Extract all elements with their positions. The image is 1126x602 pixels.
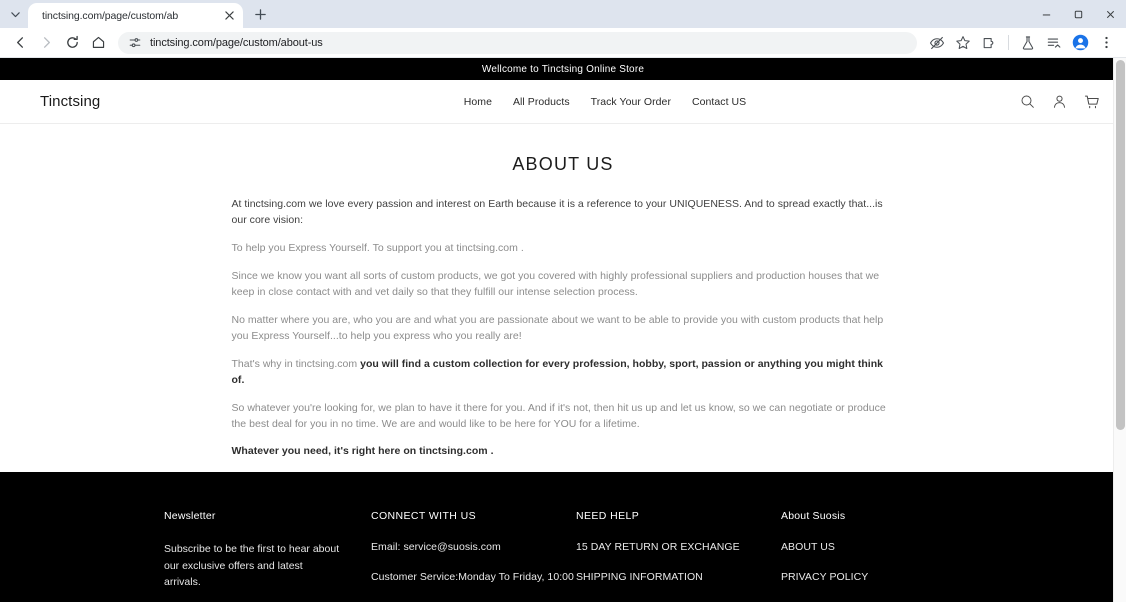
browser-window: tinctsing.com/page/custom/ab tinctsing.c… (0, 0, 1126, 602)
close-icon (1106, 10, 1114, 18)
about-paragraph: To help you Express Yourself. To support… (231, 241, 524, 254)
about-paragraph: That's why in tinctsing.com you will fin… (232, 357, 895, 389)
extensions-icon[interactable] (977, 31, 1001, 55)
browser-menu-icon[interactable] (1094, 31, 1118, 55)
footer-column-newsletter: Newsletter Subscribe to be the first to … (164, 510, 371, 602)
footer-heading-help: NEED HELP (576, 510, 640, 523)
about-paragraph-lead: That's why in tinctsing.com (231, 357, 361, 370)
page-title: ABOUT US (512, 154, 614, 174)
about-paragraph: So whatever you're looking for, we plan … (231, 401, 886, 430)
window-controls (1030, 0, 1126, 28)
home-icon (92, 36, 104, 48)
footer-connect-line: Customer Service:Monday To Friday, 10:00 (371, 571, 574, 584)
back-button[interactable] (8, 31, 32, 55)
footer-heading-about: About Suosis (781, 510, 846, 523)
about-section: ABOUT US At tinctsing.com we love every … (0, 124, 1126, 460)
about-paragraph: Since we know you want all sorts of cust… (231, 269, 880, 298)
site-footer: Newsletter Subscribe to be the first to … (0, 472, 1126, 602)
address-bar-url: tinctsing.com/page/custom/about-us (150, 36, 323, 49)
bookmark-star-icon[interactable] (951, 31, 975, 55)
account-icon[interactable] (1052, 94, 1067, 109)
nav-link-contact-us[interactable]: Contact US (692, 96, 746, 108)
about-paragraph: At tinctsing.com we love every passion a… (231, 198, 883, 226)
browser-toolbar: tinctsing.com/page/custom/about-us (0, 28, 1126, 58)
footer-column-help: NEED HELP 15 DAY RETURN OR EXCHANGE SHIP… (576, 510, 781, 602)
plus-icon (254, 8, 266, 20)
reload-button[interactable] (60, 31, 84, 55)
toolbar-divider (1008, 35, 1009, 50)
footer-link-privacy-policy[interactable]: PRIVACY POLICY (781, 571, 981, 583)
tracking-protection-icon[interactable] (925, 31, 949, 55)
home-button[interactable] (86, 31, 110, 55)
announcement-bar: Wellcome to Tinctsing Online Store (0, 58, 1126, 80)
tab-title: tinctsing.com/page/custom/ab (42, 9, 179, 22)
arrow-left-icon (16, 37, 23, 48)
arrow-right-icon (43, 37, 50, 48)
nav-link-all-products[interactable]: All Products (513, 96, 570, 108)
footer-link-shipping-information[interactable]: SHIPPING INFORMATION (576, 571, 781, 583)
window-close-button[interactable] (1094, 0, 1126, 28)
main-navigation: Home All Products Track Your Order Conta… (310, 96, 900, 108)
tab-strip: tinctsing.com/page/custom/ab (0, 0, 1126, 28)
footer-heading-connect: CONNECT WITH US (371, 510, 476, 523)
footer-column-about: About Suosis ABOUT US PRIVACY POLICY (781, 510, 981, 602)
footer-connect-line: Email: service@suosis.com (371, 541, 501, 554)
newsletter-description: Subscribe to be the first to hear about … (164, 543, 340, 588)
page-scrollbar[interactable] (1113, 58, 1126, 602)
search-icon[interactable] (1020, 94, 1035, 109)
footer-columns: Newsletter Subscribe to be the first to … (0, 510, 1126, 602)
web-page: Wellcome to Tinctsing Online Store Tinct… (0, 58, 1126, 602)
tab-close-icon[interactable] (221, 8, 237, 24)
scrollbar-thumb[interactable] (1116, 60, 1125, 430)
new-tab-button[interactable] (247, 1, 273, 27)
site-header: Tinctsing Home All Products Track Your O… (0, 80, 1126, 124)
chevron-down-icon (10, 11, 20, 17)
window-minimize-button[interactable] (1030, 0, 1062, 28)
nav-link-home[interactable]: Home (464, 96, 492, 108)
header-icon-group (900, 94, 1100, 110)
maximize-icon (1074, 10, 1082, 18)
footer-column-connect: CONNECT WITH US Email: service@suosis.co… (371, 510, 576, 602)
nav-link-track-your-order[interactable]: Track Your Order (591, 96, 671, 108)
forward-button[interactable] (34, 31, 58, 55)
cart-icon[interactable] (1084, 94, 1100, 110)
about-paragraph: Whatever you need, it's right here on ti… (231, 445, 494, 458)
minimize-icon (1042, 13, 1050, 15)
address-bar[interactable]: tinctsing.com/page/custom/about-us (118, 31, 917, 54)
about-paragraph: No matter where you are, who you are and… (231, 313, 884, 342)
window-maximize-button[interactable] (1062, 0, 1094, 28)
tab-search-button[interactable] (4, 3, 26, 25)
reload-icon (66, 35, 78, 48)
reading-list-icon[interactable] (1042, 31, 1066, 55)
site-settings-icon[interactable] (128, 36, 142, 50)
footer-link-return-exchange[interactable]: 15 DAY RETURN OR EXCHANGE (576, 541, 781, 553)
labs-flask-icon[interactable] (1016, 31, 1040, 55)
footer-heading-newsletter: Newsletter (164, 510, 216, 523)
about-copy: At tinctsing.com we love every passion a… (230, 197, 897, 460)
profile-avatar-icon[interactable] (1068, 31, 1092, 55)
footer-link-about-us[interactable]: ABOUT US (781, 541, 981, 553)
site-logo[interactable]: Tinctsing (40, 93, 310, 110)
announcement-text: Wellcome to Tinctsing Online Store (481, 63, 645, 75)
page-viewport: Wellcome to Tinctsing Online Store Tinct… (0, 58, 1126, 602)
browser-tab[interactable]: tinctsing.com/page/custom/ab (28, 3, 243, 28)
